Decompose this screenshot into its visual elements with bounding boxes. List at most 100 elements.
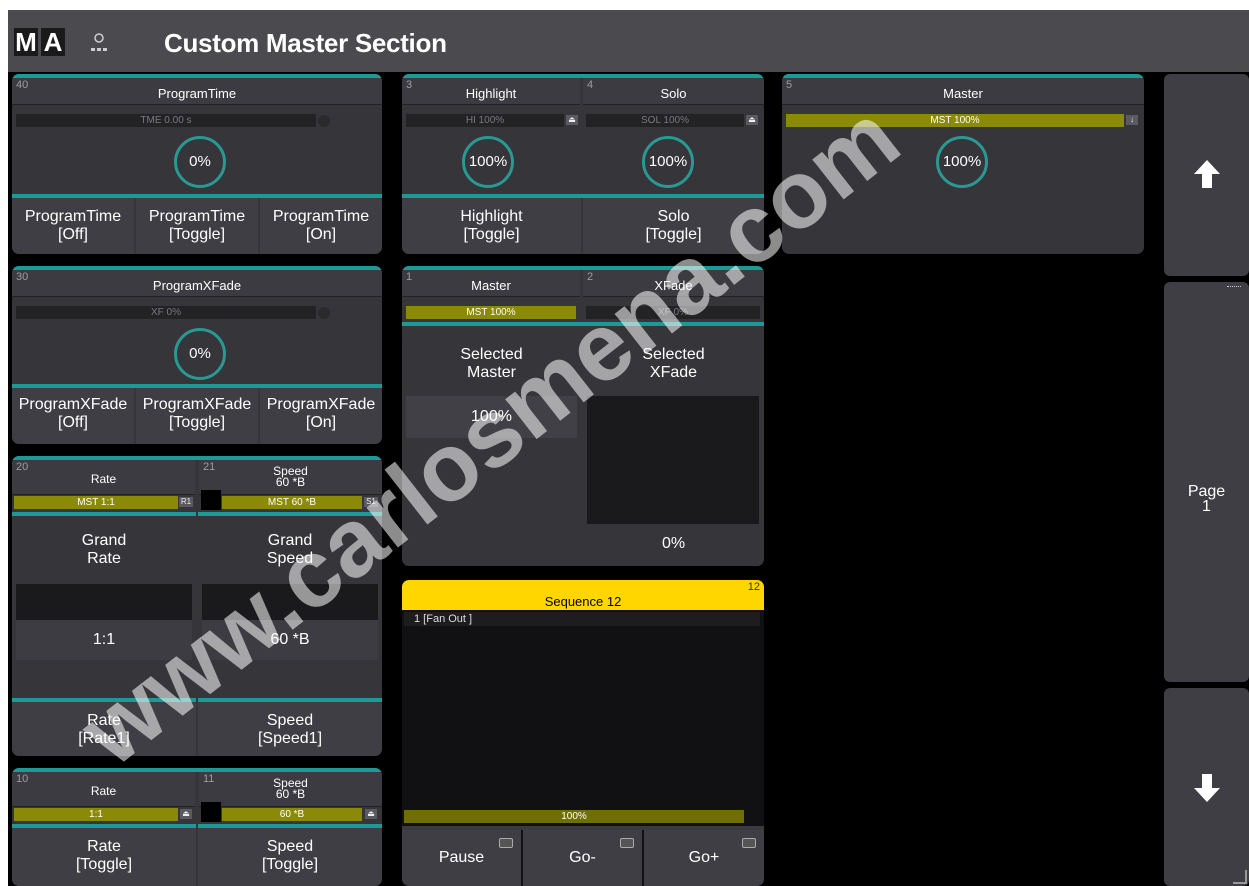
speed11-swatch: [201, 802, 221, 822]
sequence-bar[interactable]: 100%: [404, 810, 744, 823]
sequence-bar-text: 100%: [561, 811, 587, 822]
speed11-header: 11 Speed 60 *B: [199, 772, 382, 807]
solo-bar-text: SOL 100%: [641, 115, 689, 126]
arrow-down-small-icon[interactable]: ↓: [1126, 115, 1138, 125]
program-time-bar[interactable]: TME 0.00 s: [16, 114, 316, 127]
page-line1: Page: [1187, 483, 1226, 500]
program-xfade-on-button[interactable]: ProgramXFade [On]: [260, 388, 382, 444]
speed21-header: 21 Speed 60 *B: [199, 460, 382, 495]
pause-label: Pause: [438, 849, 485, 866]
solo-dial[interactable]: 100%: [642, 136, 694, 188]
bar-knob-icon: [318, 307, 330, 319]
xfade2-bar[interactable]: XF 0%: [586, 306, 760, 319]
program-xfade-toggle-button[interactable]: ProgramXFade [Toggle]: [136, 388, 258, 444]
logo-letter-a: A: [41, 28, 65, 56]
highlight-bar[interactable]: HI 100%: [406, 114, 564, 127]
master5-dial[interactable]: 100%: [936, 136, 988, 188]
eject-icon[interactable]: ⏏: [365, 809, 377, 819]
button-line2: [Toggle]: [463, 226, 520, 243]
rate20-label: Rate: [90, 472, 117, 486]
highlight-toggle-button[interactable]: Highlight [Toggle]: [402, 198, 581, 254]
button-line2: [Speed1]: [257, 730, 323, 747]
program-xfade-dial[interactable]: 0%: [174, 328, 226, 380]
rate-rate1-button[interactable]: Rate [Rate1]: [12, 702, 196, 756]
speed-speed1-button[interactable]: Speed [Speed1]: [198, 702, 382, 756]
speed-toggle-button[interactable]: Speed [Toggle]: [198, 828, 382, 886]
rate10-label: Rate: [90, 784, 117, 798]
xfade2-bar-text: XF 0%: [657, 307, 688, 318]
master5-bar[interactable]: MST 100%: [786, 114, 1124, 127]
go-minus-label: Go-: [569, 849, 596, 866]
cue-row[interactable]: 1 [Fan Out ]: [404, 612, 760, 626]
button-line1: ProgramXFade: [142, 396, 252, 413]
eject-icon[interactable]: ⏏: [180, 809, 192, 819]
title-line1: Grand: [267, 532, 313, 549]
sequence-header[interactable]: Sequence 12 12: [402, 580, 764, 610]
rate10-bar[interactable]: 1:1: [14, 808, 178, 821]
program-time-dial[interactable]: 0%: [174, 136, 226, 188]
eject-icon[interactable]: ⏏: [566, 115, 578, 125]
logo-letter-m: M: [14, 27, 38, 57]
button-line1: Speed: [266, 838, 314, 855]
rate20-bar-text: MST 1:1: [77, 497, 115, 508]
selected-xfade-value[interactable]: 0%: [583, 526, 764, 562]
button-line2: [Off]: [58, 226, 88, 243]
program-xfade-off-button[interactable]: ProgramXFade [Off]: [12, 388, 134, 444]
go-minus-button[interactable]: Go-: [523, 830, 642, 886]
button-line1: Highlight: [460, 208, 523, 225]
program-time-toggle-button[interactable]: ProgramTime [Toggle]: [136, 198, 258, 254]
page-label: Page 1: [1164, 483, 1249, 515]
resize-grip-icon[interactable]: [1233, 870, 1247, 884]
selected-master-xfade-panel: 1 Master MST 100% 2 XFade XF 0% Selected…: [402, 266, 764, 566]
led-icon: [620, 838, 634, 848]
program-time-on-button[interactable]: ProgramTime [On]: [260, 198, 382, 254]
title-line2: Speed: [266, 550, 314, 567]
selected-master-value[interactable]: 100%: [406, 396, 577, 438]
rate-speed-toggle-panel: 10 Rate 1:1 ⏏ Rate [Toggle] 11 Speed 60 …: [12, 768, 382, 886]
highlight-dial[interactable]: 100%: [462, 136, 514, 188]
speed21-labels: Speed 60 *B: [199, 465, 382, 489]
button-line1: ProgramTime: [24, 208, 122, 225]
go-plus-button[interactable]: Go+: [644, 830, 764, 886]
highlight-solo-panel: 3 Highlight HI 100% ⏏ 100% 4 Solo SOL 10…: [402, 74, 764, 254]
eject-icon[interactable]: ⏏: [746, 115, 758, 125]
sequence-panel: Sequence 12 12 1 [Fan Out ] 100% Pause G…: [402, 580, 764, 886]
page-down-button[interactable]: [1164, 688, 1249, 886]
highlight-bar-text: HI 100%: [465, 115, 505, 126]
master1-bar[interactable]: MST 100%: [406, 306, 576, 319]
page-indicator[interactable]: Page 1: [1164, 282, 1249, 682]
program-xfade-bar-text: XF 0%: [150, 307, 181, 318]
pause-button[interactable]: Pause: [402, 830, 521, 886]
arrow-down-icon: [1194, 774, 1220, 802]
speed11-sublabel: 60 *B: [275, 787, 306, 801]
solo-label: Solo: [660, 86, 687, 101]
speed11-bar-text: 60 *B: [279, 809, 305, 820]
selected-master-area: Selected Master: [402, 326, 581, 566]
rate-toggle-button[interactable]: Rate [Toggle]: [12, 828, 196, 886]
program-time-off-button[interactable]: ProgramTime [Off]: [12, 198, 134, 254]
grand-rate-value[interactable]: 1:1: [16, 620, 192, 660]
solo-bar[interactable]: SOL 100%: [586, 114, 744, 127]
rate20-display: [16, 584, 192, 620]
rate10-bar-text: 1:1: [89, 809, 103, 820]
xfade2-label: XFade: [654, 278, 693, 293]
program-xfade-label: ProgramXFade: [152, 278, 242, 293]
speed11-bar[interactable]: 60 *B: [222, 808, 362, 821]
program-time-label: ProgramTime: [157, 86, 237, 101]
grand-rate-speed-panel: 20 Rate MST 1:1 R1 Grand Rate 1:1 Rate […: [12, 456, 382, 756]
title-line1: Selected: [460, 346, 523, 363]
solo-header: 4 Solo: [583, 78, 764, 105]
rate20-bar[interactable]: MST 1:1: [14, 496, 178, 509]
speed21-sublabel: 60 *B: [275, 475, 306, 489]
title-line1: Grand: [81, 532, 127, 549]
page-up-button[interactable]: [1164, 74, 1249, 276]
speed21-bar[interactable]: MST 60 *B: [222, 496, 362, 509]
grand-speed-value[interactable]: 60 *B: [202, 620, 378, 660]
solo-toggle-button[interactable]: Solo [Toggle]: [583, 198, 764, 254]
button-line2: [On]: [305, 226, 337, 243]
button-line2: [Toggle]: [75, 856, 133, 873]
user-icon[interactable]: [89, 32, 109, 54]
button-line1: ProgramTime: [272, 208, 370, 225]
program-time-bar-text: TME 0.00 s: [140, 115, 192, 126]
program-xfade-bar[interactable]: XF 0%: [16, 306, 316, 319]
